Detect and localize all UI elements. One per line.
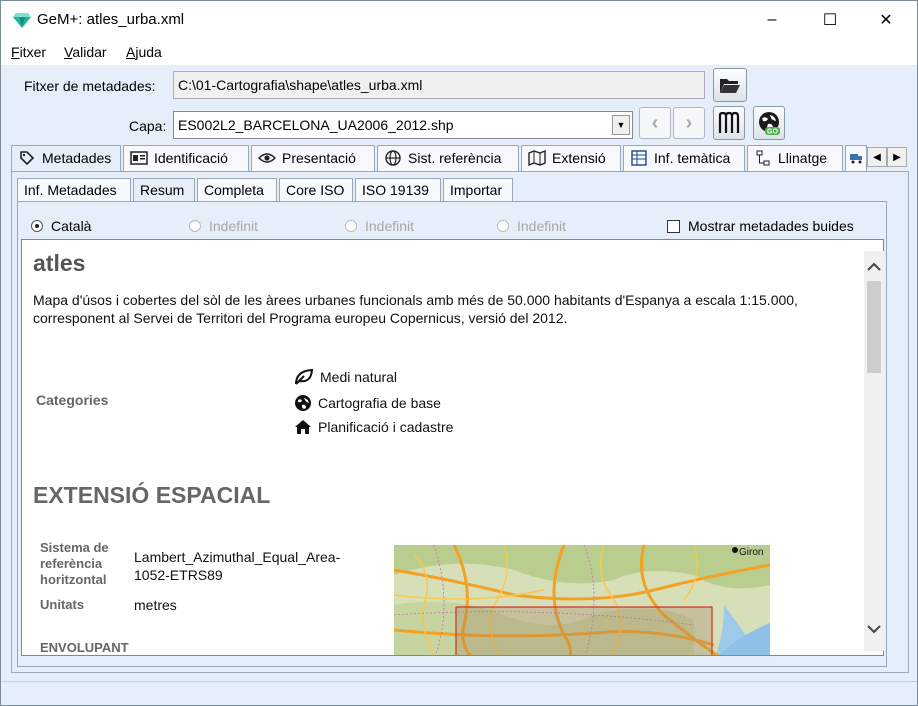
language-radio-catala[interactable]: Català xyxy=(31,218,91,234)
miramon-logo-icon xyxy=(718,111,740,133)
scroll-up-icon[interactable] xyxy=(864,257,884,277)
tabs-scroll-left-button[interactable]: ◀ xyxy=(867,147,887,167)
tabs-scroll-right-button[interactable]: ▶ xyxy=(887,147,907,167)
menu-ajuda[interactable]: Ajuda xyxy=(126,44,162,60)
radio-icon xyxy=(345,220,357,232)
svg-text:GO: GO xyxy=(767,129,778,136)
window-title: GeM+: atles_urba.xml xyxy=(37,11,185,28)
layer-select[interactable]: ES002L2_BARCELONA_UA2006_2012.shp ▼ xyxy=(173,111,633,139)
leaf-icon xyxy=(295,368,314,385)
chevron-left-icon: ‹ xyxy=(651,111,659,134)
table-icon xyxy=(630,150,648,166)
file-label: Fitxer de metadades: xyxy=(24,78,156,94)
summary-abstract: Mapa d'úsos i cobertes del sòl de les àr… xyxy=(33,292,798,326)
subtab-core-iso[interactable]: Core ISO xyxy=(279,178,353,202)
spatial-extent-heading: EXTENSIÓ ESPACIAL xyxy=(33,482,271,508)
tree-icon xyxy=(754,150,772,166)
home-icon xyxy=(295,420,311,434)
radio-icon xyxy=(189,220,201,232)
close-icon: ✕ xyxy=(879,12,893,29)
triangle-right-icon: ▶ xyxy=(893,151,901,163)
card-icon xyxy=(130,150,148,166)
subtab-inf-metadades[interactable]: Inf. Metadades xyxy=(17,178,131,202)
open-file-button[interactable] xyxy=(713,68,747,102)
category-item: Planificació i cadastre xyxy=(294,419,453,435)
tab-identificacio[interactable]: Identificació xyxy=(123,145,249,171)
tab-presentacio[interactable]: Presentació xyxy=(251,145,375,171)
chevron-right-icon: › xyxy=(685,111,693,134)
tab-sist-referencia[interactable]: Sist. referència xyxy=(377,145,519,171)
subtab-iso-19139[interactable]: ISO 19139 xyxy=(355,178,441,202)
summary-html-view[interactable]: atles Mapa d'úsos i cobertes del sòl de … xyxy=(21,239,884,656)
tab-extensio[interactable]: Extensió xyxy=(521,145,621,171)
units-label: Unitats xyxy=(40,597,85,612)
truck-icon xyxy=(848,150,864,166)
show-empty-metadata-checkbox[interactable]: Mostrar metadades buides xyxy=(667,218,854,234)
maximize-icon: ☐ xyxy=(822,12,838,29)
tab-metadades[interactable]: Metadades xyxy=(11,145,121,173)
tab-inf-tematica[interactable]: Inf. temàtica xyxy=(623,145,745,171)
maximize-button[interactable]: ☐ xyxy=(807,1,853,39)
language-radio-indefinit-2: Indefinit xyxy=(345,218,414,234)
subtab-importar[interactable]: Importar xyxy=(443,178,513,202)
radio-icon xyxy=(497,220,509,232)
tag-icon xyxy=(18,150,36,166)
close-button[interactable]: ✕ xyxy=(863,1,909,39)
language-radio-indefinit-1: Indefinit xyxy=(189,218,258,234)
category-item: Medi natural xyxy=(294,368,397,386)
menu-validar[interactable]: Validar xyxy=(64,44,107,60)
summary-title: atles xyxy=(33,250,86,276)
diamond-icon xyxy=(13,13,31,28)
radio-selected-icon xyxy=(31,220,43,232)
previous-layer-button[interactable]: ‹ xyxy=(639,107,671,139)
content-vertical-scrollbar[interactable] xyxy=(864,251,884,651)
extent-map-image: Giron xyxy=(394,545,770,655)
layer-label: Capa: xyxy=(129,118,167,134)
geo-web-button[interactable]: GO xyxy=(753,106,785,140)
units-value: metres xyxy=(134,597,177,613)
title-bar: GeM+: atles_urba.xml – ☐ ✕ xyxy=(1,1,917,39)
menu-fitxer[interactable]: Fitxer xyxy=(11,44,46,60)
envelope-label: ENVOLUPANT xyxy=(40,640,129,655)
globe-go-icon: GO xyxy=(759,112,780,136)
srs-value: Lambert_Azimuthal_Equal_Area-1052-ETRS89 xyxy=(134,549,341,583)
categories-label: Categories xyxy=(36,392,109,408)
app-window: GeM+: atles_urba.xml – ☐ ✕ Fitxer Valida… xyxy=(0,0,918,706)
chevron-down-icon[interactable]: ▼ xyxy=(612,115,630,135)
main-tab-bar: Metadades Identificació Presentació Sist… xyxy=(11,145,911,173)
eye-icon xyxy=(258,150,276,166)
scrollbar-thumb[interactable] xyxy=(867,281,881,373)
map-city-label: Giron xyxy=(739,547,763,558)
triangle-left-icon: ◀ xyxy=(873,151,881,163)
tab-llinatge[interactable]: Llinatge xyxy=(747,145,843,171)
status-bar xyxy=(1,681,917,705)
minimize-button[interactable]: – xyxy=(749,1,795,39)
tab-overflow[interactable] xyxy=(845,145,867,171)
layer-select-value: ES002L2_BARCELONA_UA2006_2012.shp xyxy=(178,117,454,133)
miramon-button[interactable] xyxy=(713,106,745,140)
map-icon xyxy=(528,150,546,166)
menu-bar: Fitxer Validar Ajuda xyxy=(1,39,917,65)
language-radio-indefinit-3: Indefinit xyxy=(497,218,566,234)
minimize-icon: – xyxy=(767,11,777,28)
category-item: Cartografia de base xyxy=(294,394,441,412)
srs-label: Sistema de referència horitzontal xyxy=(40,540,109,587)
globe-icon xyxy=(384,150,402,166)
checkbox-icon xyxy=(667,219,680,233)
metadata-file-path-field[interactable]: C:\01-Cartografia\shape\atles_urba.xml xyxy=(173,71,705,99)
folder-open-icon xyxy=(720,79,740,93)
next-layer-button[interactable]: › xyxy=(673,107,705,139)
globe-icon xyxy=(295,395,311,411)
subtab-completa[interactable]: Completa xyxy=(197,178,277,202)
scroll-down-icon[interactable] xyxy=(864,619,884,639)
